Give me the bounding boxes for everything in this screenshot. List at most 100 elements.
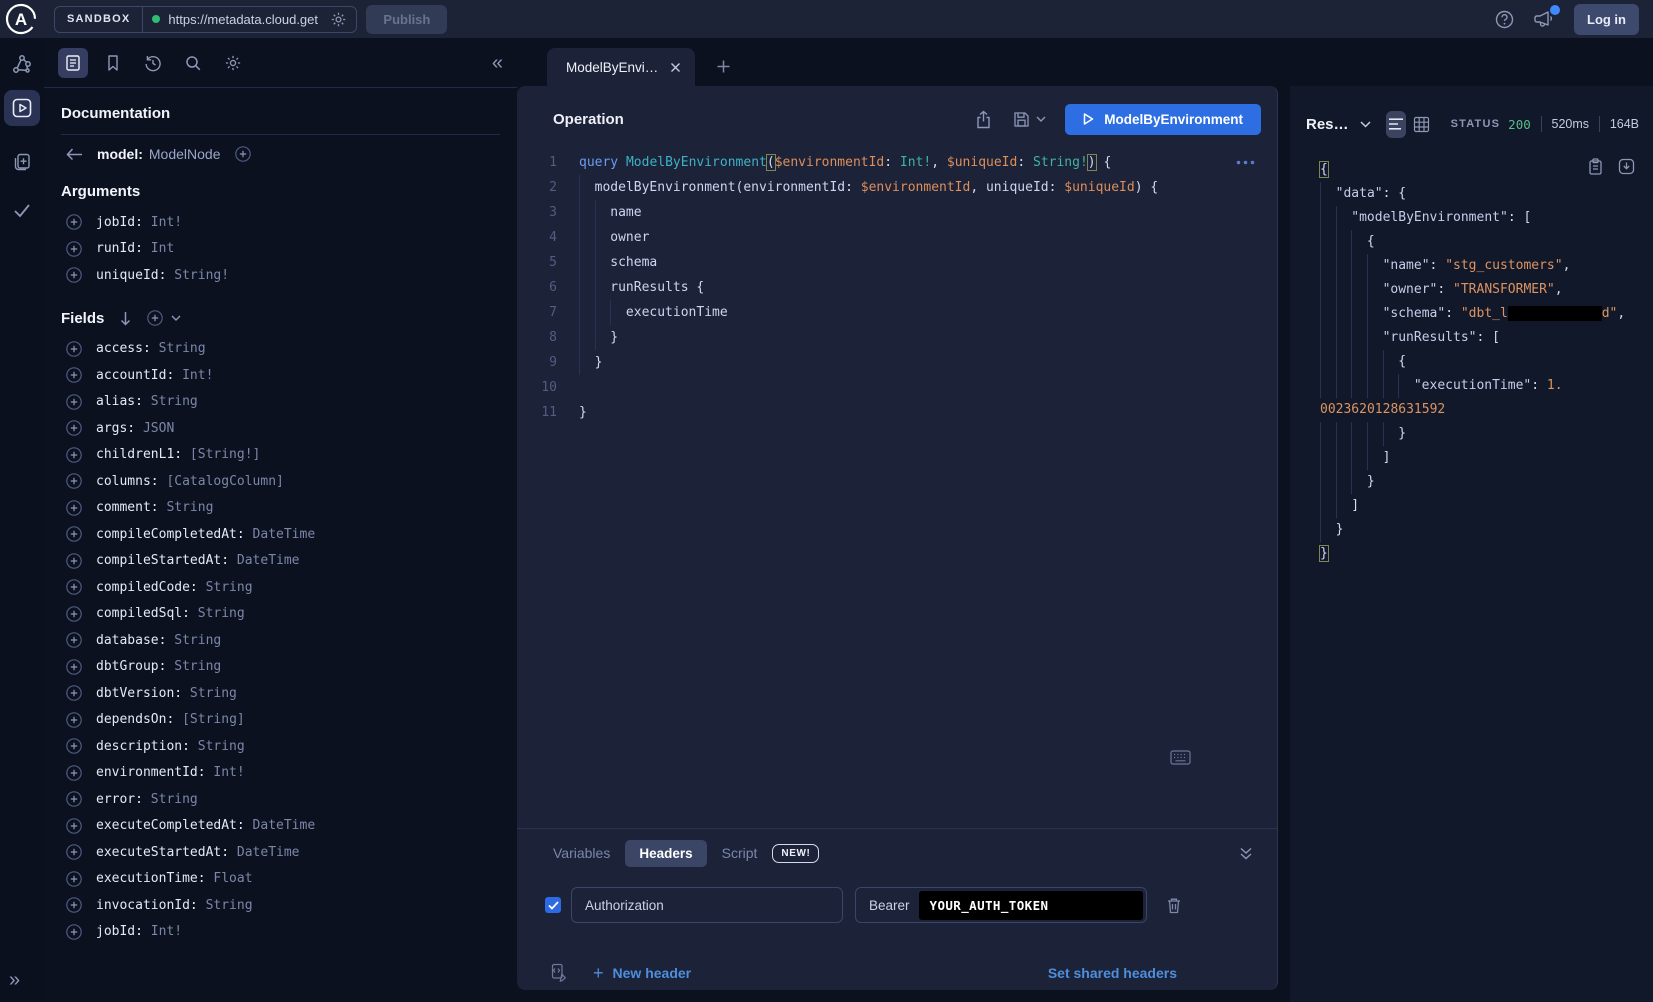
back-arrow-icon[interactable] (66, 148, 83, 161)
schema-field-row[interactable]: dbtVersion: String (61, 680, 500, 707)
delete-header-trash-icon[interactable] (1166, 897, 1182, 914)
endpoint-url-text[interactable]: https://metadata.cloud.get (168, 12, 322, 27)
schema-field-row[interactable]: dependsOn: [String] (61, 707, 500, 734)
plus-circle-icon[interactable] (66, 685, 82, 701)
plus-circle-icon[interactable] (66, 341, 82, 357)
table-view-toggle-icon[interactable] (1411, 111, 1432, 138)
add-all-fields-icon[interactable] (147, 310, 163, 326)
plus-circle-icon[interactable] (66, 473, 82, 489)
header-enabled-checkbox[interactable] (545, 897, 561, 913)
new-tab-icon[interactable] (716, 59, 731, 74)
plus-circle-icon[interactable] (66, 267, 82, 283)
sidebar-item-operation-collections[interactable] (4, 144, 40, 180)
schema-field-row[interactable]: compileCompletedAt: DateTime (61, 521, 500, 548)
collapse-docs-icon[interactable]: « (492, 53, 503, 73)
help-icon[interactable] (1495, 10, 1514, 29)
schema-field-row[interactable]: args: JSON (61, 415, 500, 442)
collapse-section-icon[interactable] (1239, 847, 1253, 860)
tree-view-toggle-icon[interactable] (1386, 111, 1407, 138)
chevron-down-icon[interactable] (171, 315, 181, 321)
save-dropdown-chevron-icon[interactable] (1036, 116, 1046, 122)
sidebar-item-explorer[interactable] (4, 90, 40, 126)
plus-circle-icon[interactable] (66, 924, 82, 940)
operation-tab[interactable]: ModelByEnvi… (547, 48, 695, 86)
operation-overflow-menu-icon[interactable] (1236, 160, 1255, 165)
plus-circle-icon[interactable] (66, 553, 82, 569)
endpoint-url-input[interactable]: https://metadata.cloud.get (143, 11, 356, 28)
sidebar-item-schema-graph[interactable] (4, 46, 40, 82)
schema-field-row[interactable]: executionTime: Float (61, 866, 500, 893)
plus-circle-icon[interactable] (66, 765, 82, 781)
plus-circle-icon[interactable] (66, 818, 82, 834)
plus-circle-icon[interactable] (66, 844, 82, 860)
schema-field-row[interactable]: accountId: Int! (61, 362, 500, 389)
schema-field-row[interactable]: executeStartedAt: DateTime (61, 839, 500, 866)
save-icon[interactable] (1013, 111, 1030, 128)
plus-circle-icon[interactable] (66, 659, 82, 675)
settings-gear-icon[interactable] (218, 48, 248, 78)
schema-field-row[interactable]: compiledCode: String (61, 574, 500, 601)
plus-circle-icon[interactable] (66, 606, 82, 622)
login-button[interactable]: Log in (1574, 4, 1639, 35)
announcements-megaphone-icon[interactable] (1533, 9, 1555, 29)
close-tab-icon[interactable] (670, 62, 681, 73)
header-key-input[interactable] (571, 887, 843, 923)
sidebar-item-checks[interactable] (4, 192, 40, 228)
plus-circle-icon[interactable] (66, 791, 82, 807)
schema-field-row[interactable]: dbtGroup: String (61, 654, 500, 681)
schema-field-row[interactable]: environmentId: Int! (61, 760, 500, 787)
schema-field-row[interactable]: jobId: Int! (61, 209, 500, 236)
schema-field-row[interactable]: error: String (61, 786, 500, 813)
tab-variables[interactable]: Variables (553, 845, 610, 861)
response-dropdown-chevron-icon[interactable] (1360, 121, 1371, 128)
tab-headers[interactable]: Headers (625, 840, 706, 867)
schema-field-row[interactable]: compiledSql: String (61, 601, 500, 628)
schema-field-row[interactable]: jobId: Int! (61, 919, 500, 946)
plus-circle-icon[interactable] (66, 241, 82, 257)
plus-circle-icon[interactable] (66, 447, 82, 463)
schema-field-row[interactable]: alias: String (61, 389, 500, 416)
plus-circle-icon[interactable] (66, 871, 82, 887)
expand-rail-icon[interactable]: » (9, 970, 20, 990)
new-header-button[interactable]: + New header (593, 964, 691, 982)
endpoint-settings-gear-icon[interactable] (330, 11, 347, 28)
run-operation-button[interactable]: ModelByEnvironment (1065, 104, 1261, 135)
plus-circle-icon[interactable] (66, 712, 82, 728)
history-icon[interactable] (138, 48, 168, 78)
header-value-input[interactable]: Bearer YOUR_AUTH_TOKEN (855, 887, 1147, 923)
breadcrumb-type[interactable]: ModelNode (149, 146, 221, 162)
environment-file-edit-icon[interactable] (550, 963, 568, 982)
schema-field-row[interactable]: compileStartedAt: DateTime (61, 548, 500, 575)
schema-field-row[interactable]: description: String (61, 733, 500, 760)
plus-circle-icon[interactable] (66, 579, 82, 595)
auth-token-value[interactable]: YOUR_AUTH_TOKEN (919, 891, 1143, 920)
plus-circle-icon[interactable] (66, 738, 82, 754)
documentation-tab-icon[interactable] (58, 48, 88, 78)
plus-circle-icon[interactable] (66, 214, 82, 230)
schema-field-row[interactable]: childrenL1: [String!] (61, 442, 500, 469)
plus-circle-icon[interactable] (66, 367, 82, 383)
response-title[interactable]: Res… (1306, 116, 1349, 133)
keyboard-shortcuts-icon[interactable] (1170, 750, 1191, 765)
sort-arrow-icon[interactable] (119, 311, 132, 326)
operation-editor[interactable]: 1query ModelByEnvironment($environmentId… (517, 144, 1277, 425)
plus-circle-icon[interactable] (235, 146, 251, 162)
bookmarks-icon[interactable] (98, 48, 128, 78)
schema-field-row[interactable]: database: String (61, 627, 500, 654)
plus-circle-icon[interactable] (66, 632, 82, 648)
schema-field-row[interactable]: uniqueId: String! (61, 262, 500, 289)
share-icon[interactable] (975, 110, 992, 129)
plus-circle-icon[interactable] (66, 394, 82, 410)
tab-script[interactable]: Script (722, 845, 758, 861)
plus-circle-icon[interactable] (66, 897, 82, 913)
search-icon[interactable] (178, 48, 208, 78)
plus-circle-icon[interactable] (66, 500, 82, 516)
schema-field-row[interactable]: runId: Int (61, 236, 500, 263)
schema-field-row[interactable]: invocationId: String (61, 892, 500, 919)
plus-circle-icon[interactable] (66, 526, 82, 542)
plus-circle-icon[interactable] (66, 420, 82, 436)
schema-field-row[interactable]: comment: String (61, 495, 500, 522)
set-shared-headers-link[interactable]: Set shared headers (1048, 965, 1177, 981)
publish-button[interactable]: Publish (366, 5, 447, 34)
schema-field-row[interactable]: columns: [CatalogColumn] (61, 468, 500, 495)
